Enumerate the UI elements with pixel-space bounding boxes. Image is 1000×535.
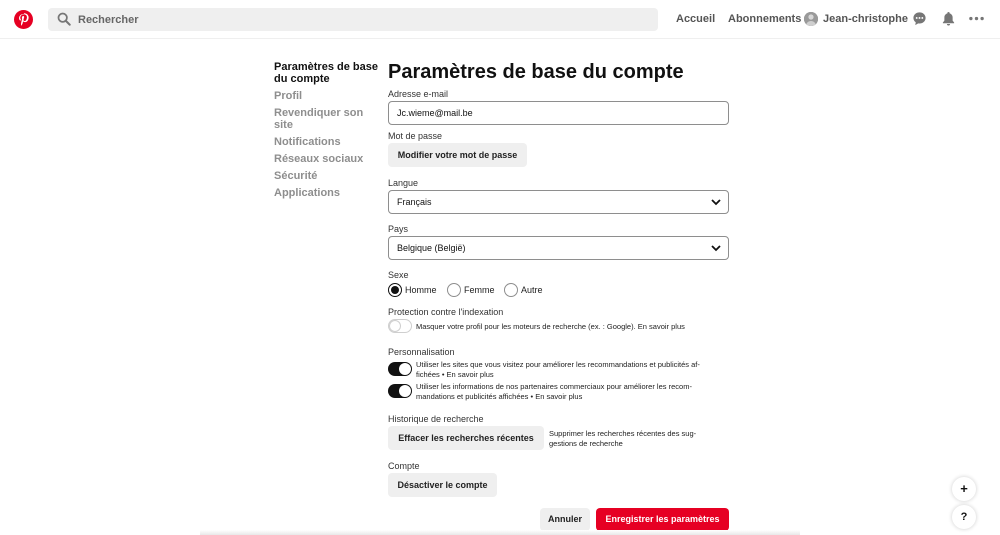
search-bar[interactable] (48, 8, 658, 31)
nav-user-link[interactable]: Jean-christophe (823, 13, 908, 25)
email-field[interactable]: Jc.wieme@mail.be (388, 101, 729, 125)
radio-unchecked-icon (447, 283, 461, 297)
pinterest-logo-icon[interactable] (14, 10, 33, 29)
top-bar: Accueil Abonnements Jean-christophe (0, 0, 1000, 39)
toggle-knob (399, 363, 411, 375)
radio-label: Autre (521, 285, 543, 295)
personalisation-sites-toggle[interactable] (388, 362, 412, 376)
indexing-toggle[interactable] (388, 319, 412, 333)
settings-sidebar: Paramètres de base du compte Profil Reve… (274, 61, 384, 204)
country-value: Belgique (België) (397, 243, 466, 253)
avatar[interactable] (804, 12, 818, 26)
password-label: Mot de passe (388, 131, 443, 141)
personalisation-partners-toggle[interactable] (388, 384, 412, 398)
sidebar-item-claim-site[interactable]: Revendiquer son site (274, 107, 384, 131)
search-icon (57, 12, 71, 26)
nav-subscriptions-link[interactable]: Abonnements (728, 13, 801, 25)
radio-label: Homme (405, 285, 437, 295)
save-settings-button[interactable]: Enregistrer les paramètres (596, 508, 729, 531)
account-label: Compte (388, 461, 420, 471)
indexing-label: Protection contre l'indexation (388, 307, 504, 317)
gender-radio-male[interactable]: Homme (388, 283, 437, 297)
toggle-knob (399, 385, 411, 397)
description-line: fichées • En savoir plus (416, 370, 494, 379)
country-select[interactable]: Belgique (België) (388, 236, 729, 260)
email-label: Adresse e-mail (388, 89, 449, 99)
sidebar-item-security[interactable]: Sécurité (274, 170, 384, 182)
bottom-bar-shadow (200, 530, 800, 535)
help-button[interactable]: ? (952, 505, 976, 529)
search-history-label: Historique de recherche (388, 414, 484, 424)
add-button[interactable]: + (952, 477, 976, 501)
gender-radio-other[interactable]: Autre (504, 283, 543, 297)
clear-recent-searches-button[interactable]: Effacer les recherches récentes (388, 426, 544, 450)
chevron-down-icon (711, 245, 721, 252)
language-select[interactable]: Français (388, 190, 729, 214)
radio-label: Femme (464, 285, 495, 295)
avatar-image-icon (804, 12, 818, 26)
personalisation-sites-description: Utiliser les sites que vous visitez pour… (416, 360, 726, 380)
country-label: Pays (388, 224, 409, 234)
toggle-knob (389, 320, 401, 332)
description-line: gestions de recherche (549, 439, 623, 448)
language-label: Langue (388, 178, 419, 188)
sidebar-item-notifications[interactable]: Notifications (274, 136, 384, 148)
deactivate-account-button[interactable]: Désactiver le compte (388, 473, 497, 497)
sidebar-item-basic-settings[interactable]: Paramètres de base du compte (274, 61, 384, 85)
radio-unchecked-icon (504, 283, 518, 297)
chat-icon[interactable] (912, 11, 927, 26)
gender-label: Sexe (388, 270, 409, 280)
personalisation-partners-description: Utiliser les informations de nos partena… (416, 382, 726, 402)
sidebar-item-profile[interactable]: Profil (274, 90, 384, 102)
gender-radio-female[interactable]: Femme (447, 283, 495, 297)
sidebar-item-social-networks[interactable]: Réseaux sociaux (274, 153, 384, 165)
more-options-icon[interactable] (968, 11, 985, 26)
indexing-description: Masquer votre profil pour les moteurs de… (416, 322, 685, 331)
language-value: Français (397, 197, 432, 207)
description-line: Utiliser les informations de nos partena… (416, 382, 692, 391)
change-password-button[interactable]: Modifier votre mot de passe (388, 143, 527, 167)
search-history-description: Supprimer les recherches récentes des su… (549, 429, 729, 449)
radio-checked-icon (388, 283, 402, 297)
description-line: Utiliser les sites que vous visitez pour… (416, 360, 700, 369)
search-input[interactable] (78, 8, 638, 31)
description-line: mandations et publicités affichées • En … (416, 392, 583, 401)
description-line: Supprimer les recherches récentes des su… (549, 429, 697, 438)
cancel-button[interactable]: Annuler (540, 508, 590, 531)
chevron-down-icon (711, 199, 721, 206)
nav-home-link[interactable]: Accueil (676, 13, 715, 25)
sidebar-item-applications[interactable]: Applications (274, 187, 384, 199)
page-title: Paramètres de base du compte (388, 61, 684, 83)
personalisation-label: Personnalisation (388, 347, 455, 357)
bell-icon[interactable] (941, 11, 956, 26)
